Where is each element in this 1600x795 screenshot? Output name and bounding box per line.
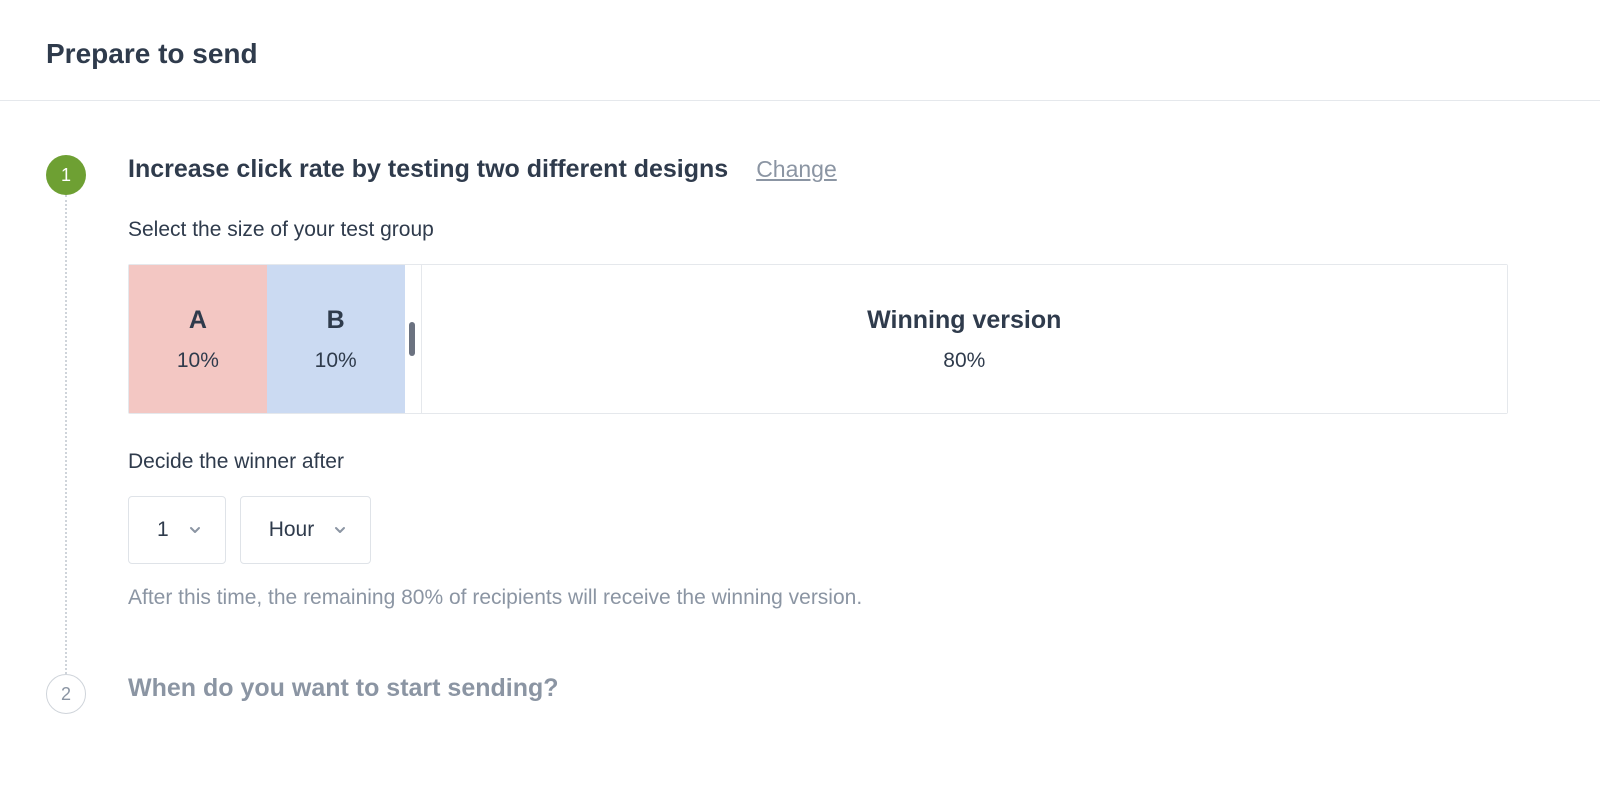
duration-unit-select[interactable]: Hour <box>240 496 372 564</box>
step-2-header: When do you want to start sending? <box>128 674 1554 703</box>
change-link[interactable]: Change <box>756 156 837 183</box>
segment-winner-pct: 80% <box>943 349 985 373</box>
split-drag-handle[interactable] <box>409 322 415 356</box>
step-1-number: 1 <box>61 165 71 186</box>
step-2: 2 When do you want to start sending? <box>46 674 1554 703</box>
chevron-down-icon <box>332 522 348 538</box>
segment-b: B 10% <box>267 265 405 413</box>
chevron-down-icon <box>187 522 203 538</box>
segment-a: A 10% <box>129 265 267 413</box>
step-list: 1 Increase click rate by testing two dif… <box>0 101 1600 703</box>
step-2-title: When do you want to start sending? <box>128 674 559 703</box>
segment-b-pct: 10% <box>315 349 357 373</box>
step-2-marker: 2 <box>46 674 86 714</box>
segment-b-label: B <box>327 306 345 335</box>
step-1: 1 Increase click rate by testing two dif… <box>46 155 1554 670</box>
duration-hint: After this time, the remaining 80% of re… <box>128 586 1554 610</box>
step-1-marker: 1 <box>46 155 86 195</box>
step-connector <box>65 195 67 710</box>
duration-value: 1 <box>157 518 169 542</box>
step-2-number: 2 <box>61 684 71 705</box>
segment-a-pct: 10% <box>177 349 219 373</box>
segment-winner-label: Winning version <box>867 306 1061 335</box>
segment-a-label: A <box>189 306 207 335</box>
step-1-title: Increase click rate by testing two diffe… <box>128 155 728 184</box>
duration-value-select[interactable]: 1 <box>128 496 226 564</box>
step-1-header: Increase click rate by testing two diffe… <box>128 155 1554 184</box>
duration-selects: 1 Hour <box>128 496 1554 564</box>
page-title: Prepare to send <box>0 0 1600 100</box>
segment-winner: Winning version 80% <box>421 265 1507 413</box>
decide-winner-label: Decide the winner after <box>128 450 1554 474</box>
test-split-bar[interactable]: A 10% B 10% Winning version 80% <box>128 264 1508 414</box>
test-size-label: Select the size of your test group <box>128 218 1554 242</box>
duration-unit: Hour <box>269 518 315 542</box>
